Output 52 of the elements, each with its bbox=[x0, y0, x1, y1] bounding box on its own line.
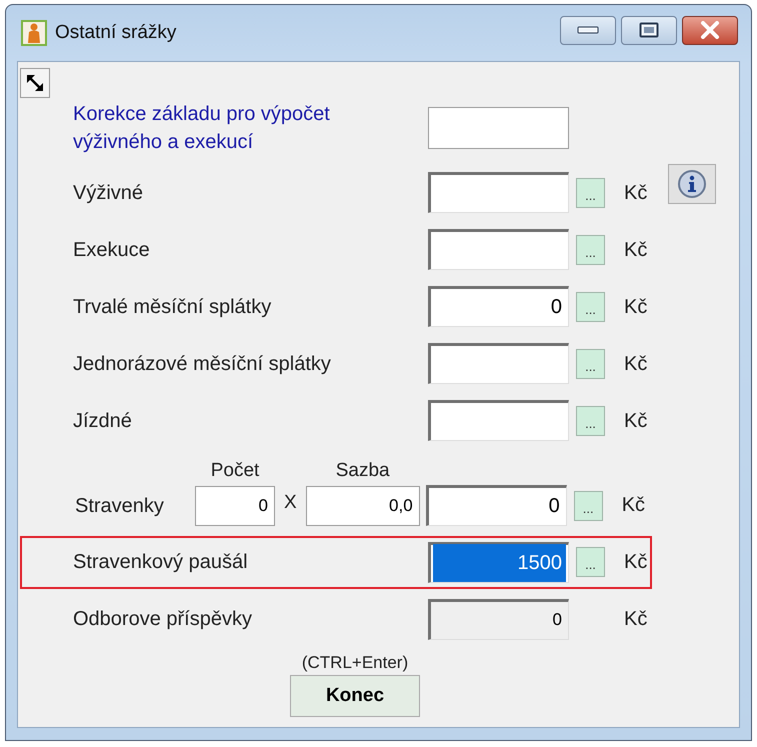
minimize-icon bbox=[577, 26, 599, 34]
field-label: Výživné bbox=[73, 180, 144, 206]
person-icon bbox=[21, 20, 47, 46]
input-field[interactable]: 0 bbox=[428, 598, 569, 640]
picker-button[interactable]: ... bbox=[576, 348, 605, 378]
currency-label: Kč bbox=[622, 492, 646, 518]
currency-label: Kč bbox=[624, 180, 648, 206]
field-label: Jízdné bbox=[73, 408, 133, 434]
field-label: Jednorázové měsíční splátky bbox=[73, 352, 332, 376]
field-label: Exekuce bbox=[73, 238, 151, 262]
currency-label: Kč bbox=[624, 408, 648, 434]
currency-label: Kč bbox=[624, 550, 648, 575]
multiply-sign: X bbox=[284, 491, 297, 515]
field-label: Stravenky bbox=[74, 494, 165, 518]
picker-button[interactable]: ... bbox=[574, 490, 603, 520]
minimize-button[interactable] bbox=[560, 16, 616, 44]
count-field[interactable]: 0 bbox=[195, 486, 275, 526]
picker-button[interactable]: ... bbox=[576, 547, 605, 577]
field-label: Odborove příspěvky bbox=[73, 607, 253, 632]
maximize-button[interactable] bbox=[621, 16, 677, 44]
currency-label: Kč bbox=[624, 294, 648, 320]
picker-button[interactable]: ... bbox=[576, 292, 605, 322]
close-dialog-button[interactable]: Konec bbox=[290, 675, 420, 717]
rate-field[interactable]: 0,0 bbox=[306, 486, 420, 526]
column-label: Sazba bbox=[334, 459, 391, 483]
picker-button[interactable]: ... bbox=[576, 234, 605, 264]
resize-button[interactable] bbox=[20, 68, 50, 98]
window-title: Ostatní srážky bbox=[55, 20, 176, 45]
currency-label: Kč bbox=[624, 238, 648, 262]
input-field[interactable]: 0 bbox=[426, 484, 567, 526]
input-field[interactable] bbox=[428, 229, 569, 270]
picker-button[interactable]: ... bbox=[576, 178, 605, 208]
maximize-icon bbox=[639, 22, 659, 38]
diagonal-arrow-icon bbox=[24, 72, 46, 94]
info-button[interactable] bbox=[668, 164, 716, 204]
field-label: Korekce základu pro výpočet výživného a exekucí bbox=[73, 102, 331, 155]
input-field[interactable]: 0 bbox=[428, 286, 569, 327]
currency-label: Kč bbox=[624, 352, 648, 376]
shortcut-hint: (CTRL+Enter) bbox=[302, 652, 408, 674]
picker-button[interactable]: ... bbox=[576, 406, 605, 436]
field-label: Stravenkový paušál bbox=[73, 550, 249, 575]
input-field[interactable] bbox=[428, 400, 569, 441]
close-icon bbox=[699, 21, 721, 39]
info-icon bbox=[677, 169, 707, 199]
close-button[interactable] bbox=[682, 16, 738, 44]
input-field[interactable] bbox=[428, 343, 569, 384]
field-label: Trvalé měsíční splátky bbox=[73, 294, 272, 320]
input-field[interactable]: 1500 bbox=[428, 542, 569, 582]
input-field[interactable] bbox=[428, 107, 569, 149]
input-field[interactable] bbox=[428, 172, 569, 213]
column-label: Počet bbox=[210, 459, 260, 483]
currency-label: Kč bbox=[624, 607, 648, 632]
